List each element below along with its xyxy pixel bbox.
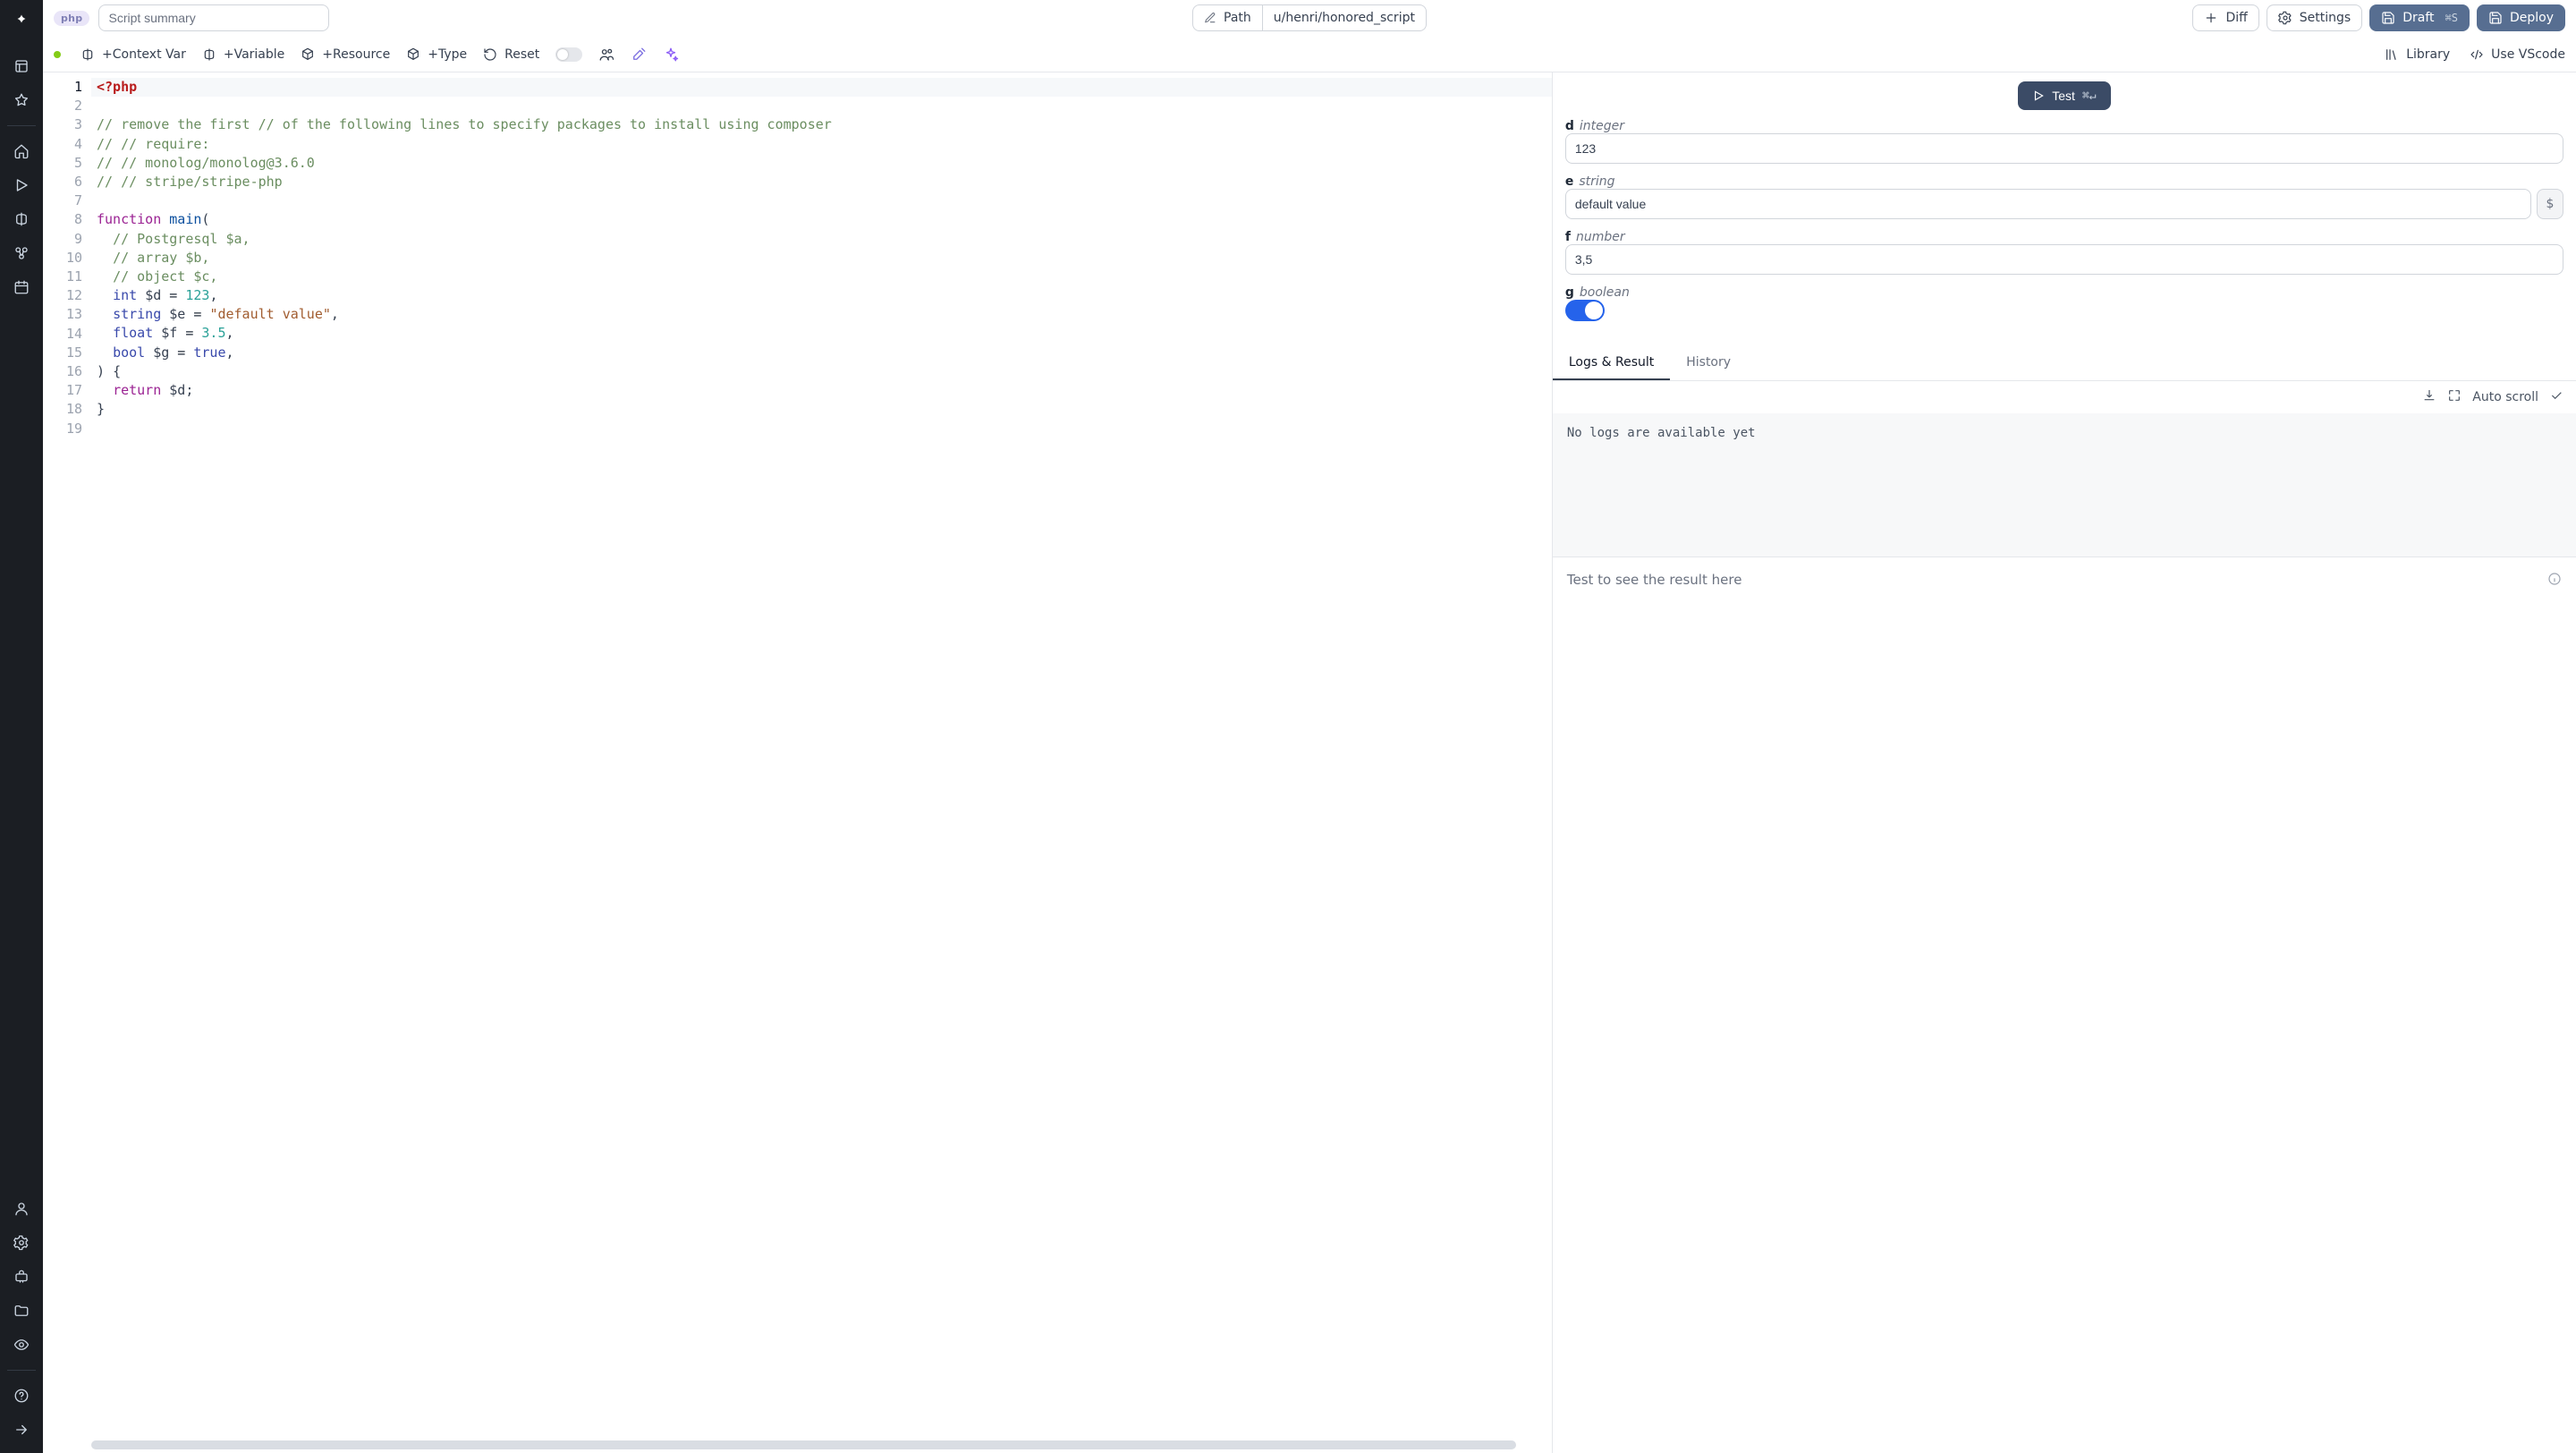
code-line[interactable]: // array $b,	[97, 249, 1552, 268]
sidebar-item-user[interactable]	[4, 1193, 39, 1225]
editor-gutter: 12345678910111213141516171819	[43, 72, 91, 1453]
code-line[interactable]: function main(	[97, 210, 1552, 229]
code-line[interactable]: return $d;	[97, 381, 1552, 400]
resource-button[interactable]: +Resource	[301, 47, 390, 62]
code-editor[interactable]: 12345678910111213141516171819 <?php // re…	[43, 72, 1553, 1453]
code-line[interactable]: <?php	[91, 78, 1552, 97]
reset-button[interactable]: Reset	[483, 47, 539, 62]
input-field-f[interactable]	[1565, 244, 2563, 275]
multiplayer-icon[interactable]	[598, 47, 614, 63]
sidebar-item-settings[interactable]	[4, 1227, 39, 1259]
logo-icon[interactable]	[7, 7, 36, 36]
topbar: php Path u/henri/honored_script Diff Set…	[43, 0, 2576, 36]
code-line[interactable]: int $d = 123,	[97, 286, 1552, 305]
input-label-f: fnumber	[1565, 230, 2563, 244]
sidebar-item-workers[interactable]	[4, 1261, 39, 1293]
expand-logs-icon[interactable]: /	[2447, 388, 2462, 406]
status-dot-icon	[54, 51, 61, 58]
sidebar-item-variables[interactable]	[4, 203, 39, 235]
input-field-d[interactable]	[1565, 133, 2563, 164]
brush-icon[interactable]	[631, 47, 647, 63]
code-line[interactable]	[97, 419, 1552, 438]
language-badge: php	[54, 11, 89, 26]
code-line[interactable]: // object $c,	[97, 268, 1552, 286]
autoscroll-check-icon[interactable]	[2549, 388, 2563, 406]
autoscroll-label: Auto scroll	[2472, 390, 2538, 404]
script-summary-input[interactable]	[98, 4, 329, 31]
path-button[interactable]: Path	[1192, 4, 1263, 31]
assistant-icon[interactable]	[663, 47, 679, 63]
code-line[interactable]	[97, 97, 1552, 115]
sidebar-item-folders[interactable]	[4, 1295, 39, 1327]
input-label-d: dinteger	[1565, 119, 2563, 133]
right-tabs: Logs & Result History	[1553, 346, 2576, 381]
draft-button[interactable]: Draft ⌘S	[2369, 4, 2470, 31]
input-field-e[interactable]	[1565, 189, 2531, 219]
type-button[interactable]: +Type	[406, 47, 467, 62]
sidebar-item-collapse[interactable]	[4, 1414, 39, 1446]
editor-code[interactable]: <?php // remove the first // of the follo…	[91, 72, 1552, 1453]
sidebar-item-help[interactable]	[4, 1380, 39, 1412]
sidebar-item-resources[interactable]	[4, 237, 39, 269]
settings-button[interactable]: Settings	[2267, 4, 2362, 31]
sidebar-item-schedules[interactable]	[4, 271, 39, 303]
editor-hscroll[interactable]	[91, 1440, 1516, 1449]
logs-area: No logs are available yet	[1553, 413, 2576, 557]
input-addon-e[interactable]: $	[2537, 189, 2563, 219]
code-line[interactable]: // // require:	[97, 135, 1552, 154]
code-line[interactable]	[97, 191, 1552, 210]
diff-button[interactable]: Diff	[2192, 4, 2258, 31]
deploy-button[interactable]: Deploy	[2477, 4, 2565, 31]
toggle-multiplayer[interactable]	[555, 47, 582, 62]
sidebar-item-home[interactable]	[4, 135, 39, 167]
sidebar-item-workspace[interactable]	[4, 50, 39, 82]
test-button[interactable]: Test ⌘↵	[2018, 81, 2110, 110]
info-icon[interactable]	[2547, 572, 2562, 590]
code-line[interactable]: bool $g = true,	[97, 344, 1552, 362]
result-area: Test to see the result here	[1553, 557, 2576, 604]
library-button[interactable]: Library	[2385, 47, 2450, 62]
code-line[interactable]: }	[97, 400, 1552, 419]
code-line[interactable]: string $e = "default value",	[97, 305, 1552, 324]
code-line[interactable]: // // monolog/monolog@3.6.0	[97, 154, 1552, 173]
sidebar-item-runs[interactable]	[4, 169, 39, 201]
path-label: Path	[1224, 11, 1251, 25]
sidebar-item-favorites[interactable]	[4, 84, 39, 116]
code-line[interactable]: // Postgresql $a,	[97, 230, 1552, 249]
tab-history[interactable]: History	[1670, 346, 1747, 380]
use-vscode-button[interactable]: Use VScode	[2470, 47, 2565, 62]
tab-logs-result[interactable]: Logs & Result	[1553, 346, 1670, 380]
download-logs-icon[interactable]	[2422, 388, 2436, 406]
input-label-e: estring	[1565, 174, 2563, 189]
sidebar-item-audit[interactable]	[4, 1329, 39, 1361]
code-line[interactable]: ) {	[97, 362, 1552, 381]
path-value[interactable]: u/henri/honored_script	[1263, 4, 1427, 31]
code-line[interactable]: float $f = 3.5,	[97, 324, 1552, 343]
sidebar	[0, 0, 43, 1453]
editor-toolbar: +Context Var +Variable +Resource +Type R…	[43, 36, 2576, 72]
input-label-g: gboolean	[1565, 285, 2563, 300]
code-line[interactable]: // remove the first // of the following …	[97, 115, 1552, 134]
context-var-button[interactable]: +Context Var	[80, 47, 186, 62]
variable-button[interactable]: +Variable	[202, 47, 284, 62]
input-switch-g[interactable]	[1565, 300, 1605, 321]
code-line[interactable]: // // stripe/stripe-php	[97, 173, 1552, 191]
right-panel: Test ⌘↵ dintegerestring$fnumbergboolean …	[1553, 72, 2576, 1453]
